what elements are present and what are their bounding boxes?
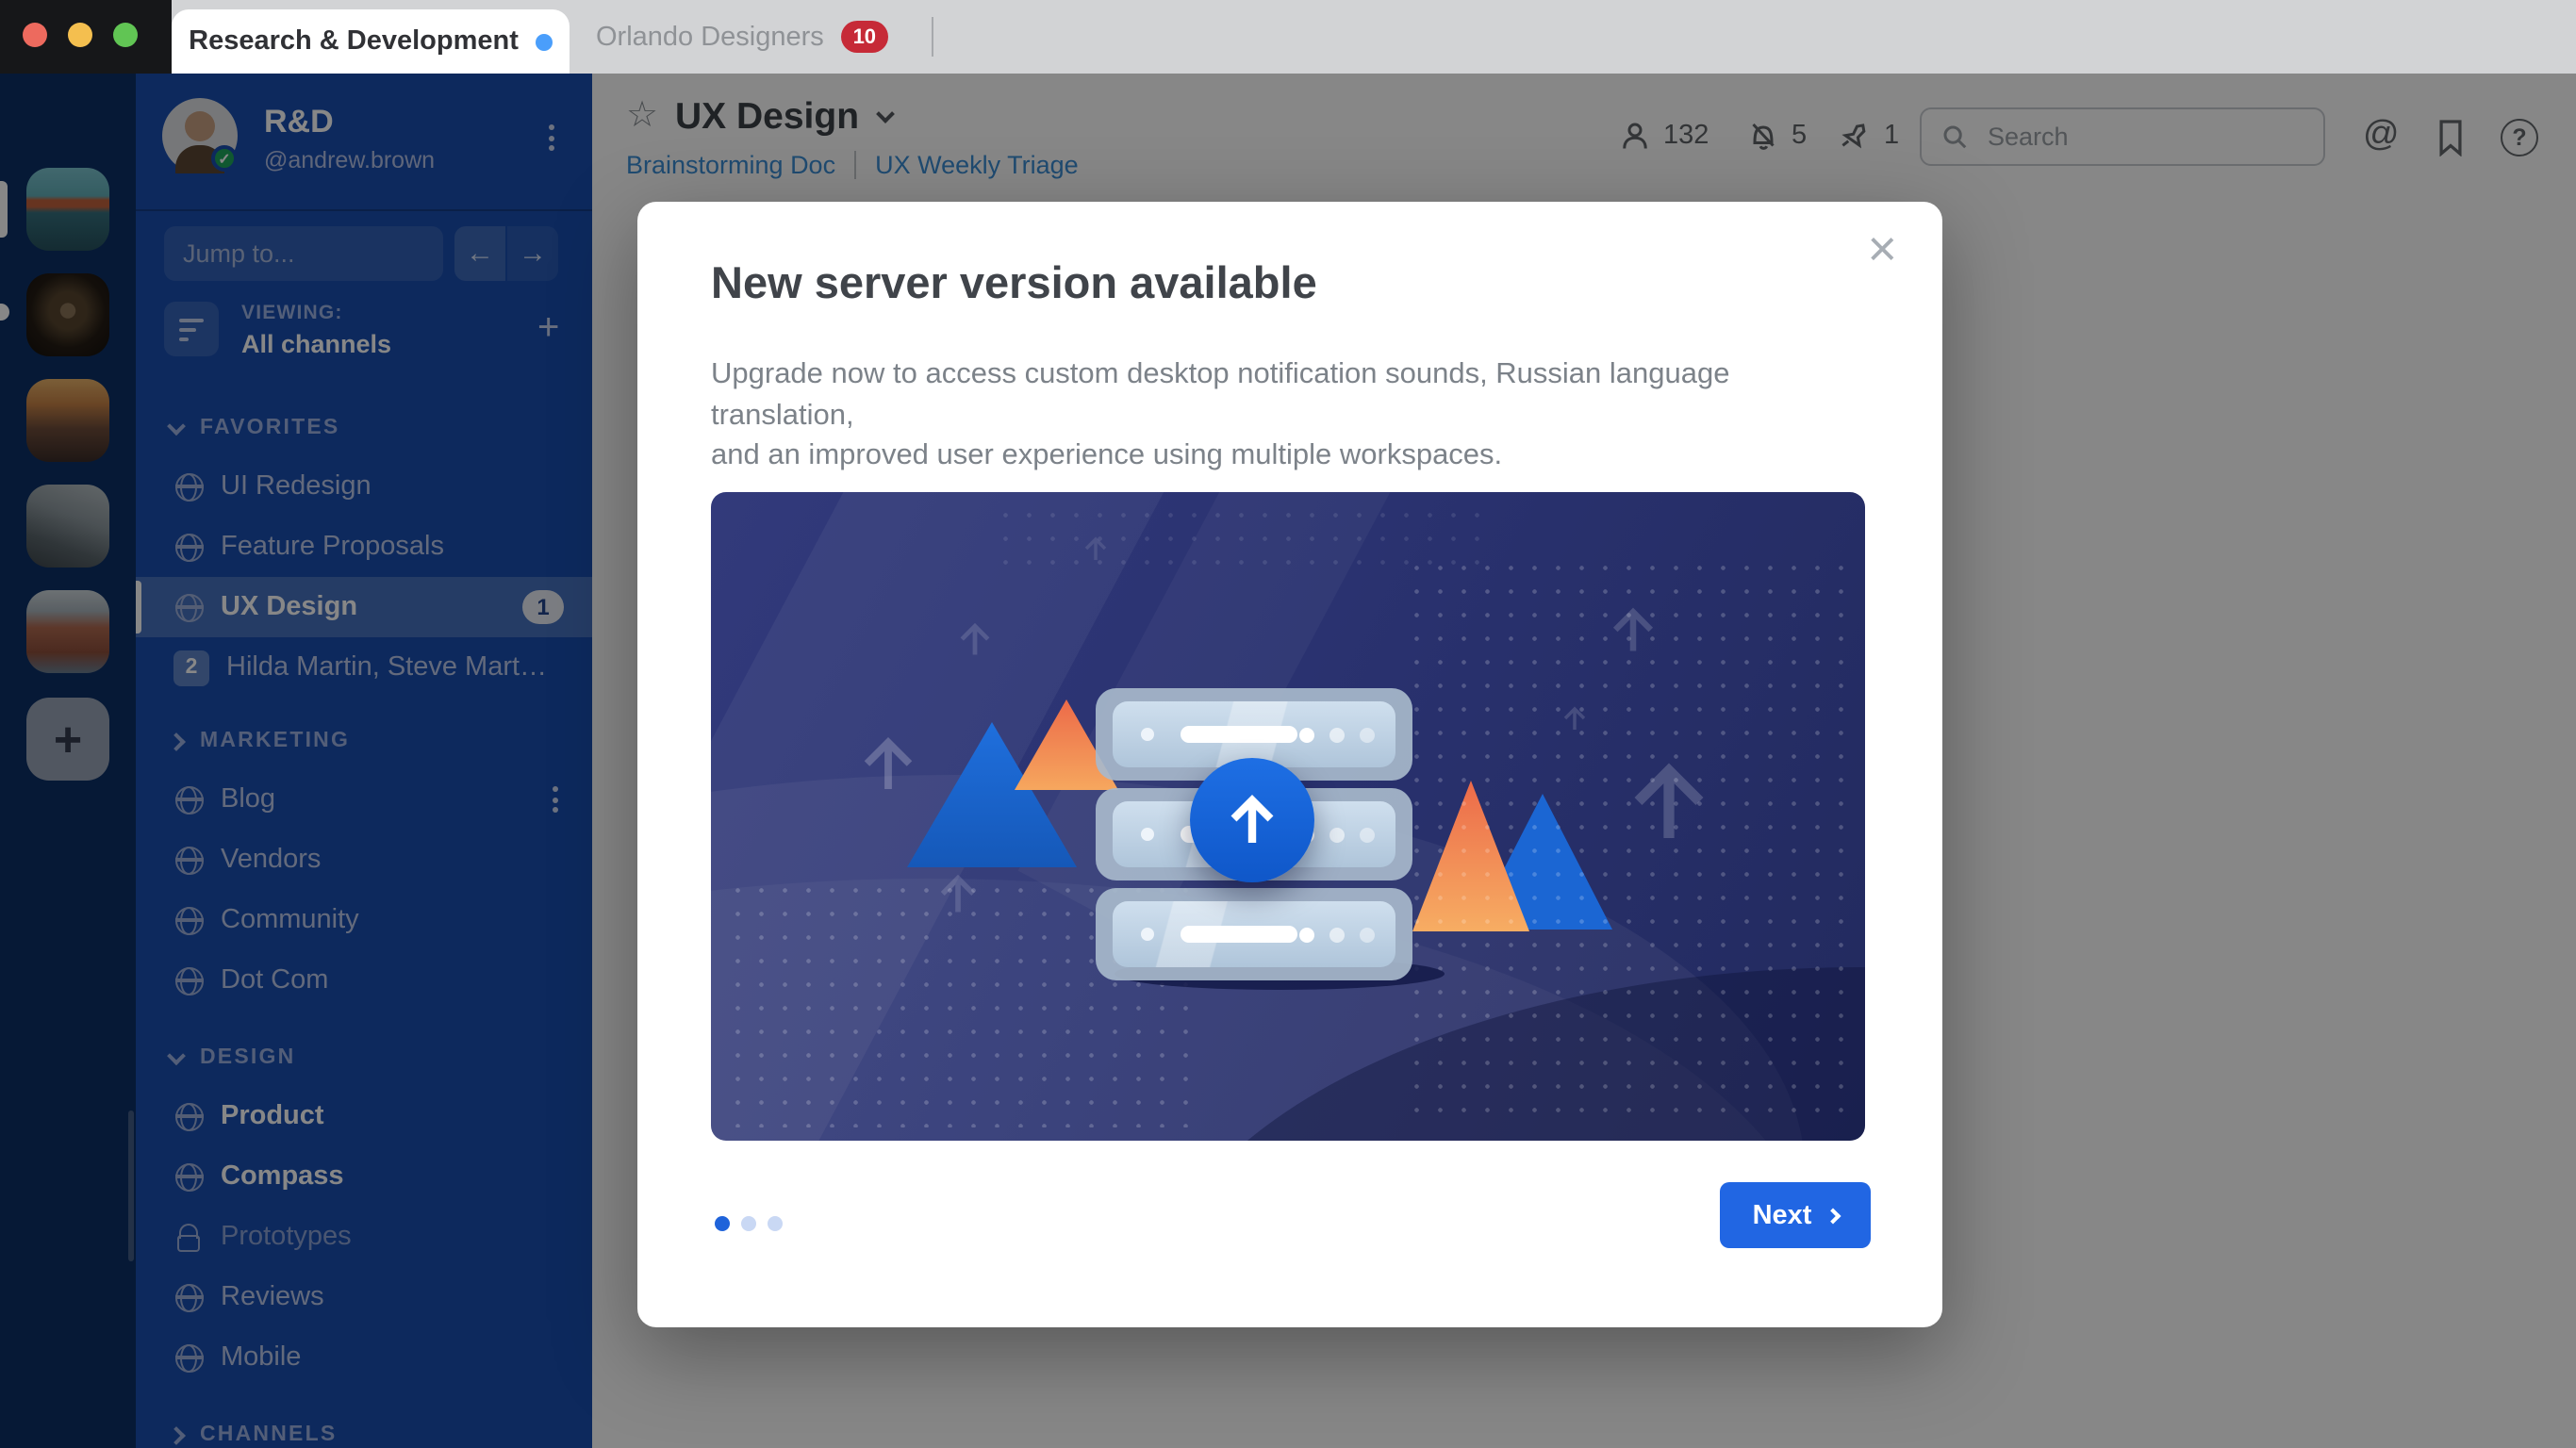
ghost-arrow-up-icon <box>864 736 913 789</box>
ghost-arrow-up-icon <box>1612 607 1654 651</box>
next-button[interactable]: Next <box>1720 1182 1871 1248</box>
upload-arrow-circle <box>1190 758 1314 882</box>
upgrade-modal: × New server version available Upgrade n… <box>637 202 1942 1327</box>
ghost-arrow-up-icon <box>940 874 976 913</box>
minimize-window-button[interactable] <box>68 23 92 47</box>
window-controls <box>23 23 138 47</box>
tab-label: Orlando Designers <box>596 22 824 52</box>
carousel-dots <box>715 1216 783 1231</box>
ghost-arrow-up-icon <box>1084 536 1107 560</box>
arrow-up-icon <box>1230 795 1274 843</box>
window-titlebar: Research & Development Orlando Designers… <box>0 0 2576 74</box>
chevron-right-icon <box>1824 1208 1841 1225</box>
tab-research-and-development[interactable]: Research & Development <box>172 9 570 74</box>
zoom-window-button[interactable] <box>113 23 138 47</box>
tab-divider <box>932 17 933 57</box>
server-unit <box>1096 888 1412 980</box>
carousel-dot-2[interactable] <box>741 1216 756 1231</box>
tab-orlando-designers[interactable]: Orlando Designers 10 <box>596 0 888 74</box>
ghost-arrow-up-icon <box>1634 763 1704 838</box>
close-icon[interactable]: × <box>1867 223 1897 275</box>
modal-body-text: Upgrade now to access custom desktop not… <box>711 358 1730 471</box>
server-upgrade-illustration <box>711 492 1865 1141</box>
tab-unread-badge: 10 <box>840 21 888 53</box>
carousel-dot-3[interactable] <box>768 1216 783 1231</box>
ghost-arrow-up-icon <box>960 622 990 655</box>
close-window-button[interactable] <box>23 23 47 47</box>
carousel-dot-1[interactable] <box>715 1216 730 1231</box>
unread-dot-icon <box>535 33 553 50</box>
ghost-arrow-up-icon <box>1563 706 1586 730</box>
modal-title: New server version available <box>711 258 1317 307</box>
tab-label: Research & Development <box>189 26 519 57</box>
